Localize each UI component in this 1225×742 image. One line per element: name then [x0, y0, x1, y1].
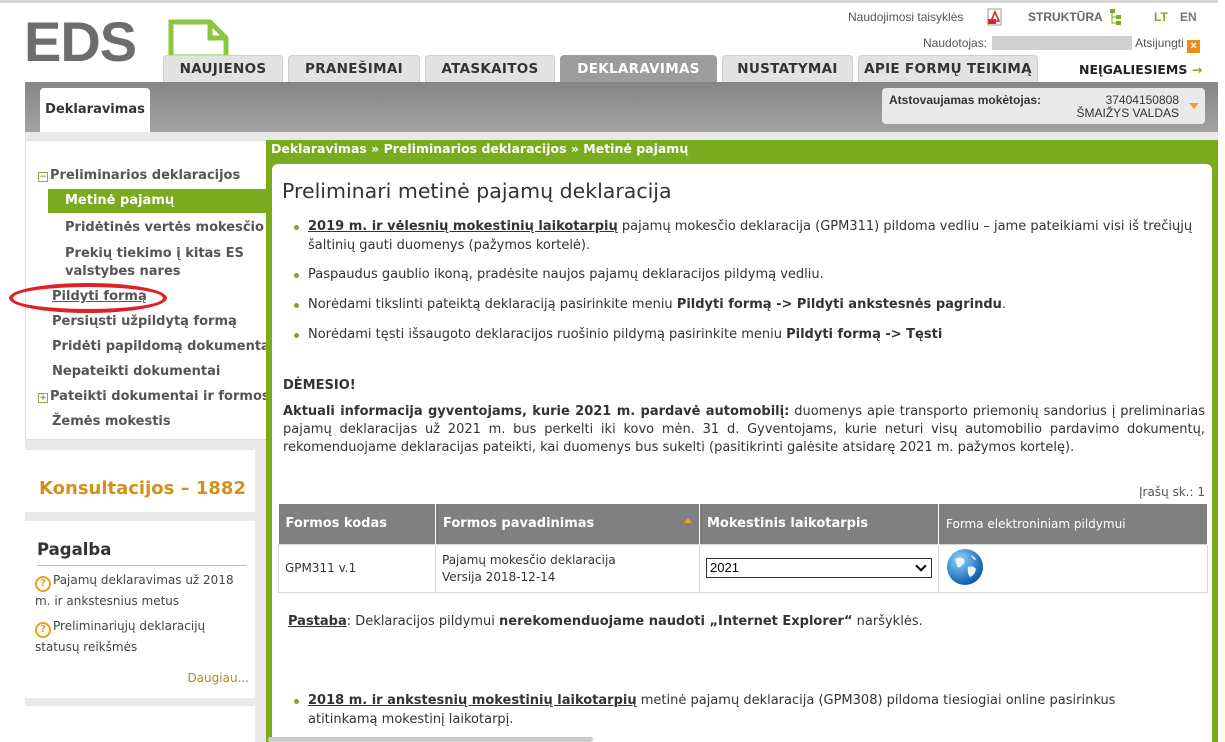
sidebar-group-pateikti[interactable]: + Pateikti dokumentai ir formos	[38, 389, 270, 404]
horizontal-scrollbar[interactable]	[268, 737, 593, 742]
lang-lt-link[interactable]: LT	[1154, 10, 1168, 24]
header: EDS Naudojimosi taisyklės STRUKTŪRA LT E…	[0, 0, 1225, 82]
col-formos-pavadinimas[interactable]: Formos pavadinimas	[435, 504, 700, 544]
records-count: Įrašų sk.: 1	[1138, 485, 1205, 499]
help-box: Pagalba ? Pajamų deklaravimas už 2018 m. …	[25, 521, 255, 698]
tab-deklaravimas-sub[interactable]: Deklaravimas	[40, 88, 150, 132]
structure-link[interactable]: STRUKTŪRA	[1028, 10, 1103, 24]
tab-apie-formu-teikima[interactable]: APIE FORMŲ TEIKIMĄ	[858, 55, 1038, 82]
tab-pranesimai[interactable]: PRANEŠIMAI	[288, 55, 420, 82]
help-item-1[interactable]: ? Pajamų deklaravimas už 2018 m. ir ankst…	[35, 571, 247, 611]
cell-form-name: Pajamų mokesčio deklaracija Versija 2018-…	[435, 543, 700, 593]
sidebar-empty-box	[25, 706, 255, 742]
col-mokestinis-laikotarpis[interactable]: Mokestinis laikotarpis	[699, 504, 939, 544]
help-item-2[interactable]: ? Preliminariųjų deklaracijų statusų reik…	[35, 617, 247, 657]
payer-select[interactable]: Atstovaujamas mokėtojas: 37404150808 ŠMA…	[882, 88, 1205, 124]
sidebar-item-pvm[interactable]: Pridėtinės vertės mokesčio	[65, 220, 264, 235]
sitemap-icon[interactable]	[1109, 8, 1123, 29]
logout-link[interactable]: Atsijungti	[1135, 36, 1184, 50]
help-more-link[interactable]: Daugiau...	[187, 671, 249, 685]
forms-table: Formos kodas Formos pavadinimas Mokestin…	[278, 504, 1208, 593]
sidebar-item-prekiu-tiekimo[interactable]: Prekių tiekimo į kitas ES valstybes nare…	[65, 245, 255, 281]
expand-icon[interactable]: +	[38, 393, 48, 403]
period-select[interactable]: 2021	[706, 558, 932, 578]
payer-name: ŠMAIŽYS VALDAS	[1076, 106, 1179, 120]
bullet-2018: 2018 m. ir ankstesnių mokestinių laikota…	[294, 691, 1184, 729]
col-forma-elektroniniam: Forma elektroniniam pildymui	[938, 504, 1208, 544]
page-title: Preliminari metinė pajamų deklaracija	[282, 179, 672, 203]
question-icon: ?	[35, 576, 51, 592]
terms-link[interactable]: Naudojimosi taisyklės	[848, 10, 963, 24]
col-formos-kodas[interactable]: Formos kodas	[278, 504, 436, 544]
link-2018[interactable]: 2018 m. ir ankstesnių mokestinių laikota…	[308, 693, 637, 708]
note: Pastaba: Deklaracijos pildymui nerekomen…	[288, 614, 923, 629]
tab-ataskaitos[interactable]: ATASKAITOS	[425, 55, 555, 82]
chevron-down-icon	[915, 560, 927, 572]
lang-en-link[interactable]: EN	[1180, 10, 1197, 24]
question-icon: ?	[35, 622, 51, 638]
tab-nustatymai[interactable]: NUSTATYMAI	[722, 55, 853, 82]
pdf-icon[interactable]	[986, 8, 1004, 29]
cell-globe	[938, 543, 1208, 593]
consultation-phone: Konsultacijos – 1882	[39, 478, 246, 499]
cell-period: 2021	[699, 543, 939, 593]
sidebar-link-persiusti[interactable]: Persiųsti užpildytą formą	[52, 314, 237, 329]
user-info: Naudotojas: Atsijungti ×	[923, 36, 1201, 53]
note-label: Pastaba	[288, 614, 347, 629]
bullet-globe-info: Paspaudus gaublio ikoną, pradėsite naujo…	[294, 265, 1194, 284]
consultation-box: Konsultacijos – 1882	[25, 450, 255, 512]
highlight-circle	[9, 283, 167, 313]
sidebar-link-prideti-dokumenta[interactable]: Pridėti papildomą dokumentą	[52, 339, 270, 354]
payer-code: 37404150808	[1105, 93, 1179, 107]
help-divider	[37, 565, 247, 566]
bullet-testi: Norėdami tęsti išsaugoto deklaracijos ru…	[294, 325, 1194, 344]
tab-deklaravimas[interactable]: DEKLARAVIMAS	[560, 55, 717, 82]
arrow-right-icon: →	[1191, 62, 1203, 77]
attention-text: Aktuali informacija gyventojams, kurie 2…	[283, 404, 1205, 455]
chevron-down-icon[interactable]	[1189, 103, 1199, 109]
tab-naujienos[interactable]: NAUJIENOS	[163, 55, 283, 82]
sidebar-link-zemes-mokestis[interactable]: Žemės mokestis	[52, 414, 171, 429]
collapse-icon[interactable]: −	[38, 172, 48, 182]
user-label: Naudotojas:	[923, 36, 988, 50]
user-name-redacted	[992, 36, 1133, 50]
sidebar-link-nepateikti[interactable]: Nepateikti dokumentai	[52, 364, 220, 379]
bullet-tikslinti: Norėdami tikslinti pateiktą deklaraciją …	[294, 295, 1194, 314]
payer-label: Atstovaujamas mokėtojas:	[889, 93, 1042, 107]
sort-icon[interactable]	[684, 518, 692, 524]
bullet-2019: 2019 m. ir vėlesnių mokestinių laikotarp…	[294, 217, 1194, 255]
cell-form-code: GPM311 v.1	[278, 543, 436, 593]
disabled-access-link[interactable]: NEĮGALIESIEMS →	[1079, 62, 1202, 77]
table-row: GPM311 v.1 Pajamų mokesčio deklaracija Ve…	[278, 543, 1208, 593]
attention-heading: DĖMESIO!	[283, 378, 356, 393]
breadcrumb[interactable]: Deklaravimas » Preliminarios deklaracijo…	[271, 141, 688, 156]
help-title: Pagalba	[37, 540, 112, 559]
sidebar-item-metine-pajamu[interactable]: Metinė pajamų	[48, 189, 267, 213]
link-2019[interactable]: 2019 m. ir vėlesnių mokestinių laikotarp…	[308, 219, 618, 234]
sidebar-group-preliminarios[interactable]: − Preliminarios deklaracijos	[38, 168, 240, 183]
globe-icon[interactable]	[945, 547, 985, 590]
logout-icon[interactable]: ×	[1187, 40, 1201, 53]
